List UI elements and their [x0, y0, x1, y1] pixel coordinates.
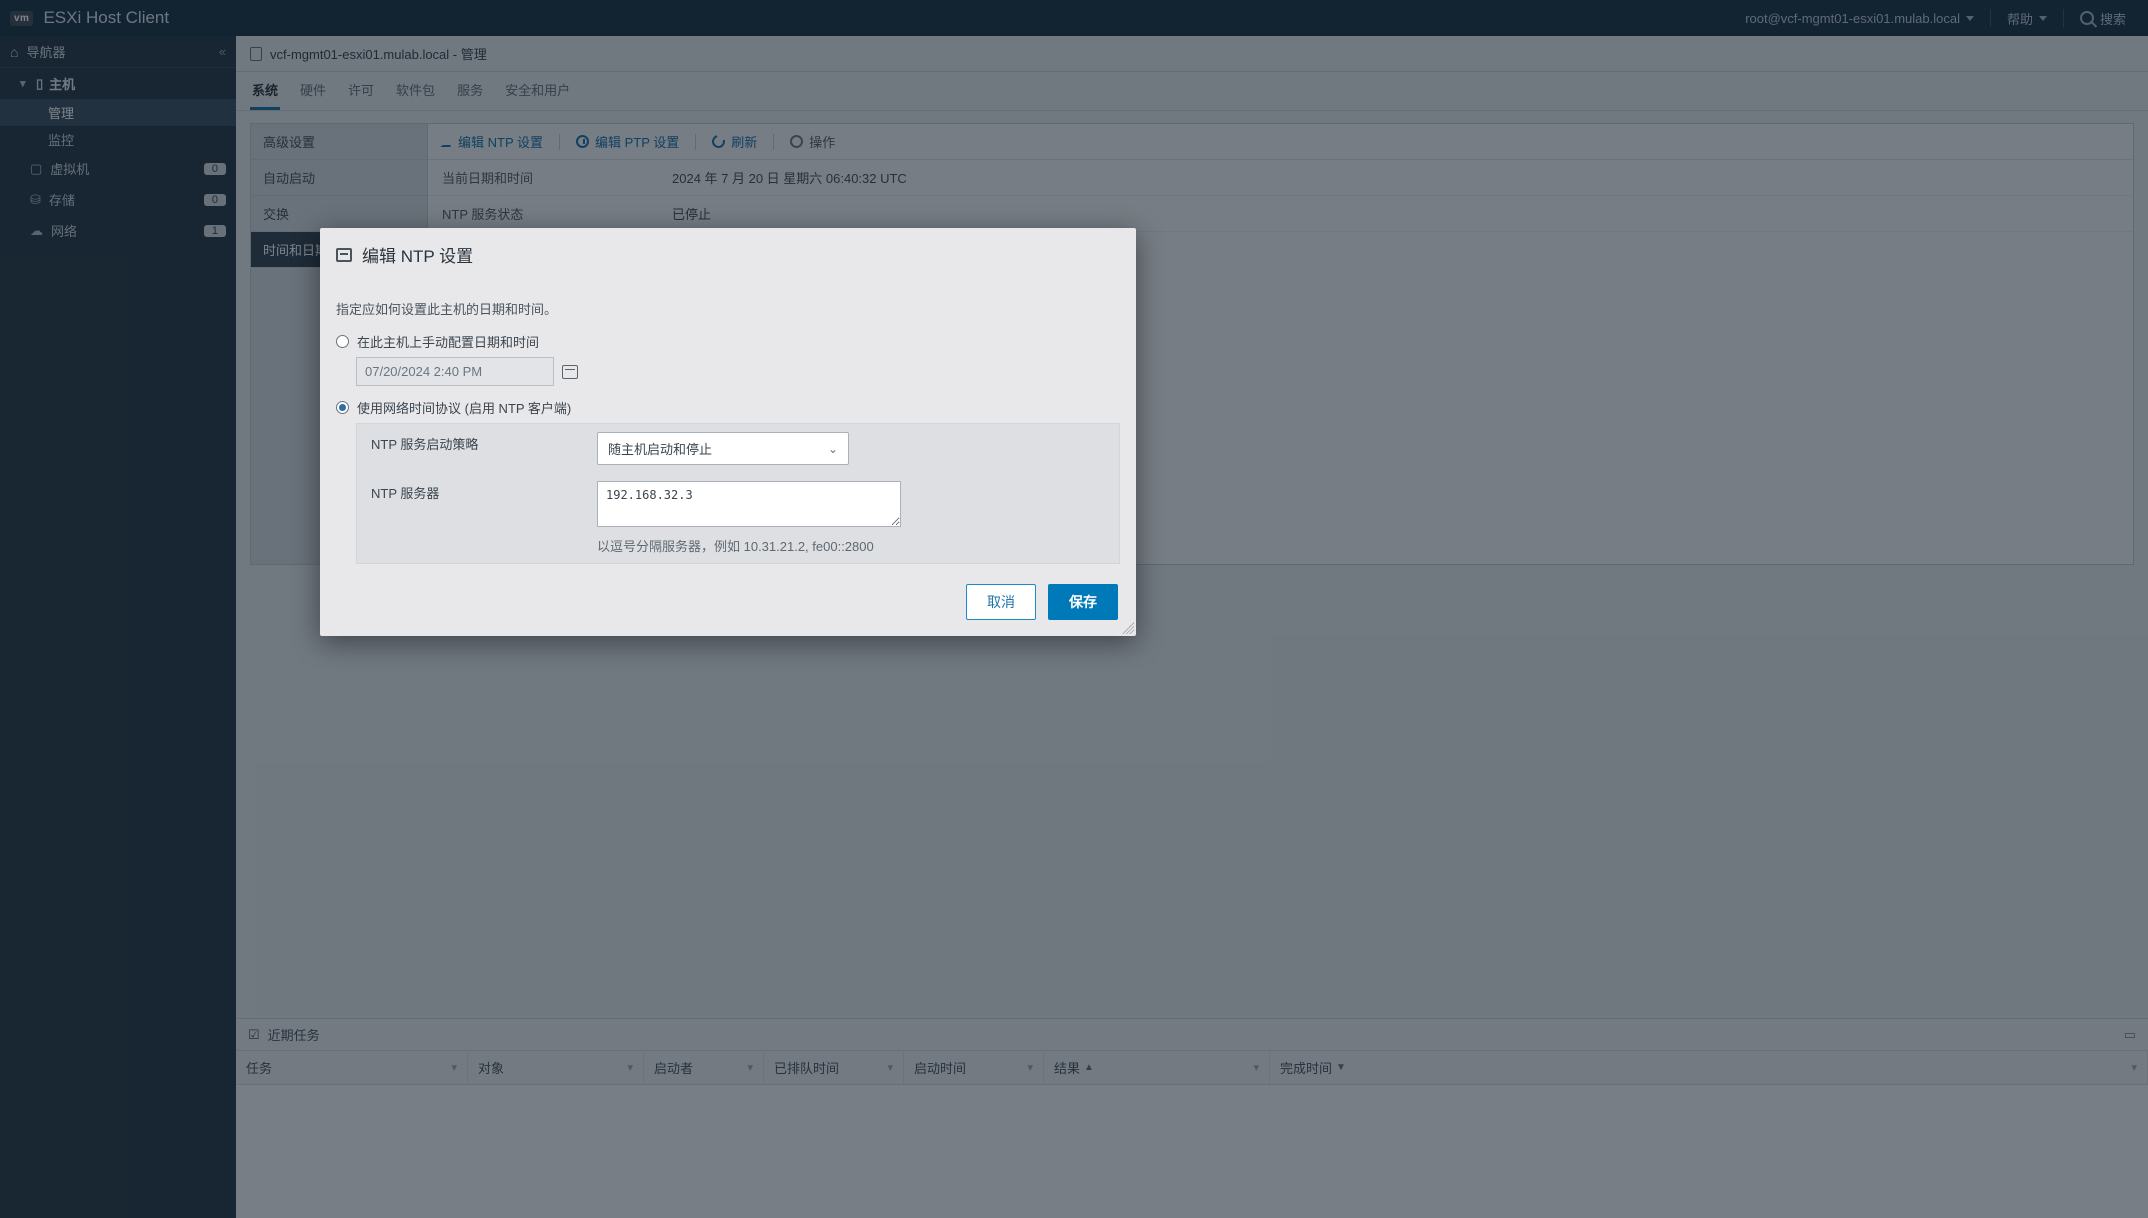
manual-datetime-input[interactable] [356, 357, 554, 386]
radio-use-ntp[interactable]: 使用网络时间协议 (启用 NTP 客户端) [336, 398, 1120, 417]
radio-label: 在此主机上手动配置日期和时间 [357, 332, 539, 351]
dialog-title: 编辑 NTP 设置 [362, 242, 473, 267]
radio-label: 使用网络时间协议 (启用 NTP 客户端) [357, 398, 571, 417]
date-picker-button[interactable] [562, 365, 578, 379]
dialog-description: 指定应如何设置此主机的日期和时间。 [336, 299, 1120, 318]
servers-hint: 以逗号分隔服务器，例如 10.31.21.2, fe00::2800 [597, 536, 1105, 555]
save-button[interactable]: 保存 [1048, 584, 1118, 620]
field-label-policy: NTP 服务启动策略 [357, 424, 597, 473]
chevron-down-icon: ⌄ [828, 442, 838, 456]
ntp-form: NTP 服务启动策略 随主机启动和停止 ⌄ NTP 服务器 以逗号分隔服务器，例… [356, 423, 1120, 564]
radio-icon [336, 401, 349, 414]
calendar-icon [336, 248, 352, 262]
ntp-servers-textarea[interactable] [597, 481, 901, 527]
edit-ntp-dialog: 编辑 NTP 设置 指定应如何设置此主机的日期和时间。 在此主机上手动配置日期和… [320, 228, 1136, 636]
radio-manual-datetime[interactable]: 在此主机上手动配置日期和时间 [336, 332, 1120, 351]
cancel-button[interactable]: 取消 [966, 584, 1036, 620]
ntp-policy-select[interactable]: 随主机启动和停止 ⌄ [597, 432, 849, 465]
select-value: 随主机启动和停止 [608, 439, 712, 458]
radio-icon [336, 335, 349, 348]
dialog-title-bar: 编辑 NTP 设置 [320, 228, 1136, 277]
field-label-servers: NTP 服务器 [357, 473, 597, 563]
resize-grip-icon[interactable] [1122, 622, 1134, 634]
